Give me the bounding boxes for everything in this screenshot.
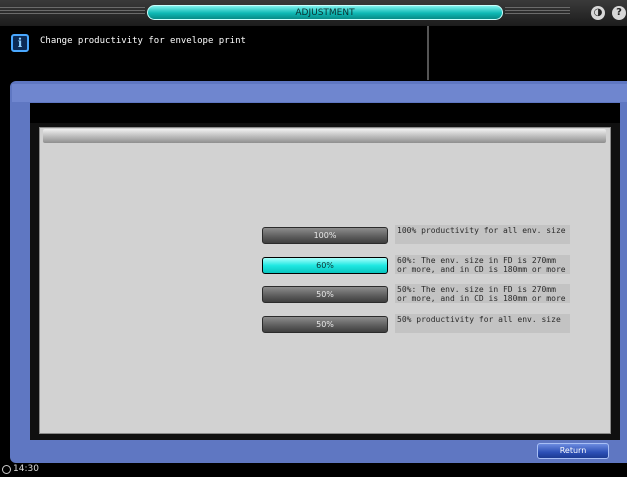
message-text: Change productivity for envelope print (40, 36, 246, 46)
help-icon[interactable]: ? (612, 6, 626, 20)
info-icon: i (11, 34, 29, 52)
frame-top-band (12, 84, 627, 102)
panel-header (43, 129, 606, 143)
option-50-envsize-button[interactable]: 50% (262, 286, 388, 303)
option-100-button[interactable]: 100% (262, 227, 388, 244)
return-button[interactable]: Return (537, 443, 609, 459)
clock-time: 14:30 (13, 464, 39, 474)
option-60-button[interactable]: 60% (262, 257, 388, 274)
option-100-description: 100% productivity for all env. size (395, 225, 570, 244)
title-bar-stripes-right (505, 7, 570, 14)
settings-panel (39, 127, 611, 434)
option-50-all-description: 50% productivity for all env. size (395, 314, 570, 333)
clock-icon (2, 465, 11, 474)
title-bar-stripes (0, 7, 145, 14)
option-50-envsize-description: 50%: The env. size in FD is 270mm or mor… (395, 284, 570, 303)
message-area (0, 26, 627, 80)
status-bar (0, 463, 627, 477)
option-50-all-button[interactable]: 50% (262, 316, 388, 333)
speaker-icon[interactable]: ◑ (591, 6, 605, 20)
message-divider (427, 26, 429, 80)
option-60-description: 60%: The env. size in FD is 270mm or mor… (395, 255, 570, 274)
screen-title: ADJUSTMENT (147, 5, 503, 20)
frame-dark-band (30, 103, 620, 123)
